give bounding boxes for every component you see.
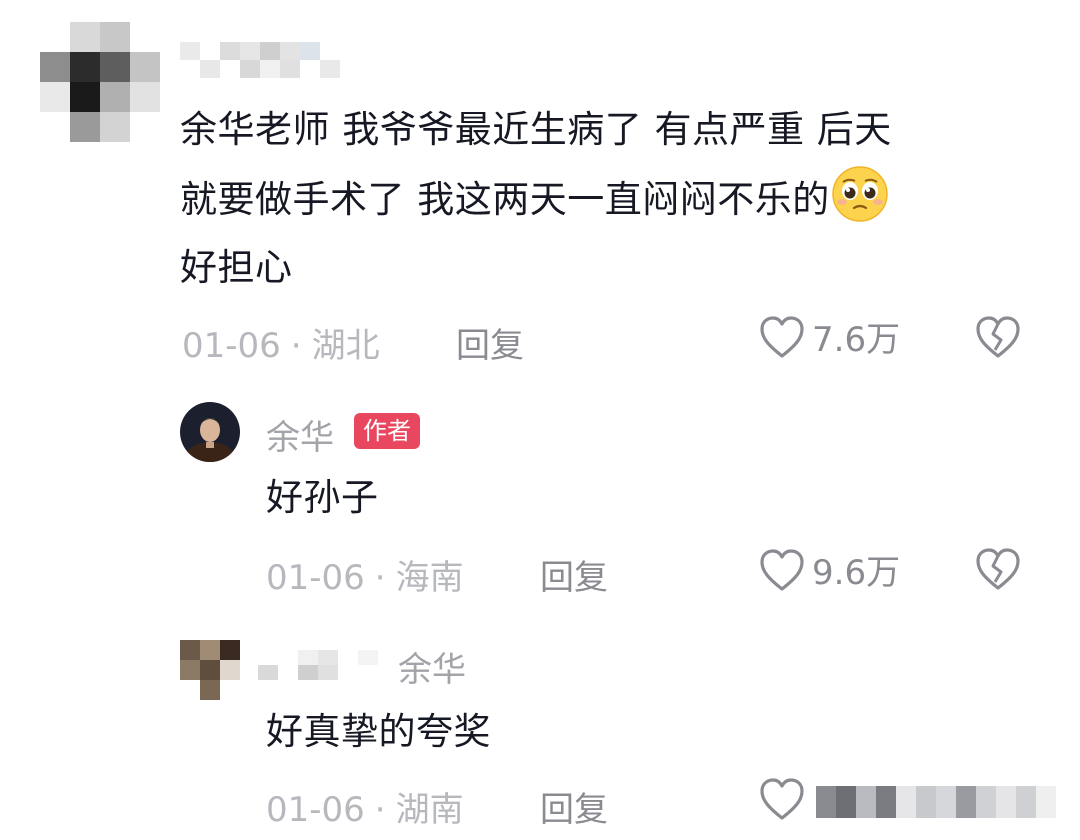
reply-to-username[interactable]: 余华 bbox=[398, 642, 466, 691]
comment-text: 余华老师 我爷爷最近生病了 有点严重 后天 就要做手术了 我这两天一直闷闷不乐的… bbox=[180, 108, 892, 289]
reply-meta: 01-06 · 湖南 bbox=[266, 790, 464, 830]
reply-date: 01-06 bbox=[266, 558, 365, 598]
reply-text: 好真挚的夸奖 bbox=[266, 710, 491, 753]
reply-button[interactable]: 回复 bbox=[540, 782, 608, 831]
reply-username[interactable]: 余华 bbox=[266, 410, 334, 459]
reply-meta: 01-06 · 海南 bbox=[266, 558, 464, 598]
avatar[interactable] bbox=[180, 640, 240, 700]
like-button[interactable]: 9.6万 bbox=[758, 545, 900, 594]
reply-button[interactable]: 回复 bbox=[456, 318, 524, 367]
heart-icon bbox=[760, 778, 804, 820]
like-button[interactable]: 7.6万 bbox=[758, 312, 900, 361]
comment-meta: 01-06 · 湖北 bbox=[182, 326, 380, 366]
broken-heart-icon[interactable] bbox=[974, 546, 1022, 592]
reply-button[interactable]: 回复 bbox=[540, 550, 608, 599]
avatar[interactable] bbox=[40, 22, 160, 142]
like-button[interactable] bbox=[758, 776, 806, 822]
comment-location: 湖北 bbox=[311, 326, 380, 366]
reply-location: 湖南 bbox=[395, 790, 464, 830]
username-mosaic[interactable] bbox=[180, 42, 340, 78]
heart-icon bbox=[760, 315, 804, 358]
reply-location: 海南 bbox=[395, 558, 464, 598]
broken-heart-icon[interactable] bbox=[974, 314, 1022, 360]
reply-date: 01-06 bbox=[266, 790, 365, 830]
reply-text: 好孙子 bbox=[266, 476, 379, 519]
like-count-glitch bbox=[816, 786, 1056, 818]
comment-date: 01-06 bbox=[182, 326, 281, 366]
pleading-face-icon bbox=[832, 166, 888, 222]
author-avatar[interactable] bbox=[180, 402, 240, 462]
like-count: 7.6万 bbox=[812, 320, 901, 360]
like-count: 9.6万 bbox=[812, 553, 901, 593]
heart-icon bbox=[760, 548, 804, 591]
author-badge: 作者 bbox=[354, 413, 420, 449]
username-mosaic[interactable] bbox=[258, 650, 378, 680]
